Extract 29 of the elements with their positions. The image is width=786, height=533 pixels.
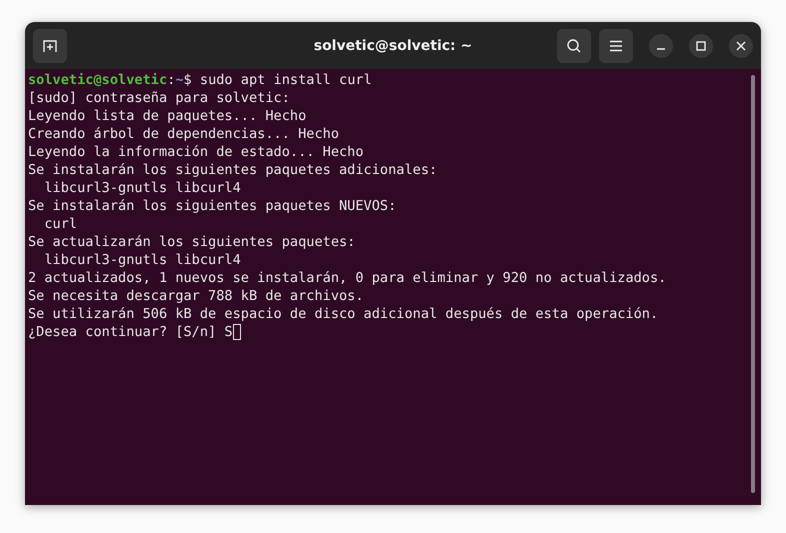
output-line: Leyendo lista de paquetes... Hecho — [28, 107, 308, 125]
search-icon — [566, 38, 582, 54]
output-line: Creando árbol de dependencias... Hecho — [28, 125, 340, 143]
command-line: solvetic@solvetic:~$ sudo apt install curl — [28, 71, 373, 89]
maximize-button[interactable] — [689, 34, 713, 58]
minimize-icon — [657, 48, 665, 50]
output-line: Se utilizarán 506 kB de espacio de disco adicional después de esta operación. — [28, 305, 660, 323]
new-tab-button[interactable] — [33, 28, 67, 62]
output-line: [sudo] contraseña para solvetic: — [28, 89, 291, 107]
output-line: libcurl3-gnutls libcurl4 — [43, 179, 242, 197]
output-line: Leyendo la información de estado... Hecho — [28, 143, 365, 161]
scrollbar[interactable] — [751, 75, 755, 493]
close-button[interactable] — [729, 34, 753, 58]
input-line: ¿Desea continuar? [S/n] S — [28, 323, 233, 341]
minimize-button[interactable] — [649, 34, 673, 58]
output-line: Se necesita descargar 788 kB de archivos. — [28, 287, 365, 305]
output-line: libcurl3-gnutls libcurl4 — [43, 251, 242, 269]
window-title: solvetic@solvetic: ~ — [314, 38, 472, 54]
maximize-icon — [696, 40, 706, 50]
output-line: Se instalarán los siguientes paquetes NUEVOS: — [28, 197, 398, 215]
text-cursor — [232, 324, 241, 340]
close-icon — [736, 40, 746, 50]
output-line: Se actualizarán los siguientes paquetes: — [28, 233, 356, 251]
output-line: Se instalarán los siguientes paquetes adicionales: — [28, 161, 438, 179]
search-button[interactable] — [557, 28, 591, 62]
menu-button[interactable] — [599, 28, 633, 62]
output-line: 2 actualizados, 1 nuevos se instalarán, 0 para eliminar y 920 no actualizados. — [28, 269, 668, 287]
output-line: curl — [43, 215, 78, 233]
new-tab-icon — [42, 38, 58, 54]
